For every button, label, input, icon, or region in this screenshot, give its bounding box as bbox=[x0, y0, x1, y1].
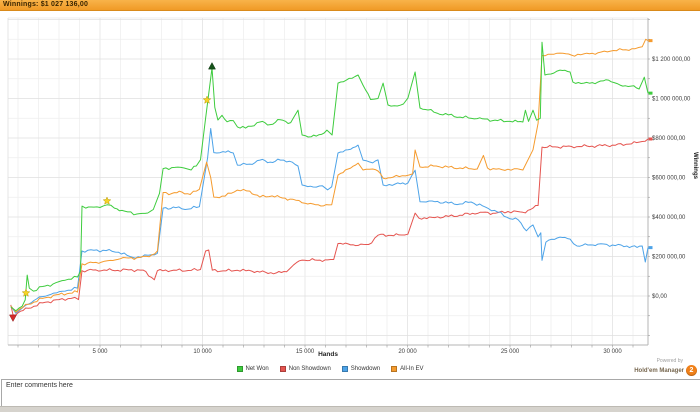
graph-titlebar: Winnings: $1 027 136,00 bbox=[0, 0, 700, 11]
svg-text:$800 000,00: $800 000,00 bbox=[652, 136, 686, 142]
hm2-logo-icon: 2 bbox=[686, 364, 697, 376]
non-showdown-swatch-icon bbox=[279, 366, 286, 372]
legend-item-showdown[interactable]: Showdown bbox=[341, 366, 381, 372]
holdem-manager-graph-window: Winnings: $1 027 136,00 5 000 10 000 15 00… bbox=[0, 0, 700, 412]
winnings-total-label: Winnings: $1 027 136,00 bbox=[3, 1, 89, 8]
x-axis-title: Hands bbox=[318, 351, 338, 358]
svg-text:$200 000,00: $200 000,00 bbox=[652, 255, 686, 261]
legend-item-non-showdown[interactable]: Non Showdown bbox=[279, 366, 331, 372]
svg-text:$1 000 000,00: $1 000 000,00 bbox=[652, 97, 691, 103]
svg-text:$1 200 000,00: $1 200 000,00 bbox=[652, 57, 691, 63]
svg-text:25 000: 25 000 bbox=[501, 349, 520, 355]
svg-text:10 000: 10 000 bbox=[193, 349, 212, 355]
svg-text:$400 000,00: $400 000,00 bbox=[652, 215, 686, 221]
net-won-swatch-icon bbox=[236, 366, 243, 372]
all-in-ev-swatch-icon bbox=[391, 366, 398, 372]
powered-by: Powered by Hold'em Manager 2 bbox=[634, 358, 697, 376]
showdown-swatch-icon bbox=[341, 366, 348, 372]
y-axis-title: Winnings bbox=[692, 152, 698, 179]
legend-label: Non Showdown bbox=[288, 366, 331, 372]
comments-placeholder: Enter comments here bbox=[6, 382, 73, 389]
legend-label: All-In EV bbox=[400, 366, 424, 372]
svg-text:30 000: 30 000 bbox=[603, 349, 622, 355]
svg-text:$600 000,00: $600 000,00 bbox=[652, 176, 686, 182]
svg-text:20 000: 20 000 bbox=[398, 349, 417, 355]
legend-item-all-in-ev[interactable]: All-In EV bbox=[391, 366, 423, 372]
chart-legend: Net Won Non Showdown Showdown All-In EV bbox=[0, 366, 660, 372]
holdem-manager-brand: Hold'em Manager bbox=[634, 367, 684, 374]
svg-text:$0,00: $0,00 bbox=[652, 294, 668, 300]
svg-text:5 000: 5 000 bbox=[92, 349, 108, 355]
footer-strip bbox=[0, 406, 700, 412]
legend-label: Net Won bbox=[245, 366, 269, 372]
legend-label: Showdown bbox=[350, 366, 381, 372]
comments-input[interactable]: Enter comments here bbox=[1, 379, 700, 407]
legend-item-net-won[interactable]: Net Won bbox=[236, 366, 269, 372]
